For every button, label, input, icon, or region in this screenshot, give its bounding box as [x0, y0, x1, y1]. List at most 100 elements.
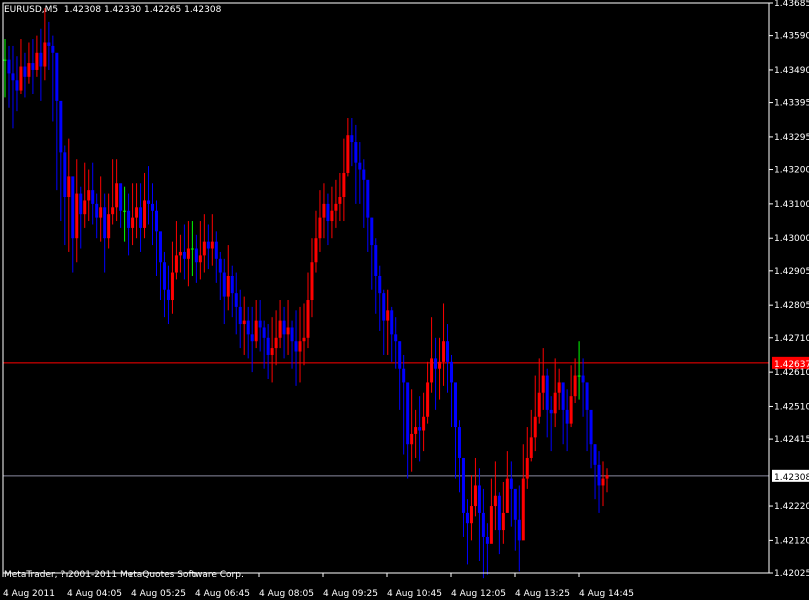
- y-tick-label: 1.42025: [774, 569, 809, 579]
- candle-body: [35, 52, 39, 70]
- x-tick-label: 4 Aug 10:45: [387, 589, 442, 599]
- candle-body: [139, 207, 143, 228]
- candle-body: [214, 241, 218, 259]
- candle-body: [410, 433, 414, 445]
- x-tick-label: 4 Aug 13:25: [515, 589, 570, 599]
- candle-body: [194, 248, 198, 263]
- y-tick-label: 1.42415: [774, 435, 809, 445]
- candle-body: [513, 488, 517, 520]
- candle-body: [230, 275, 234, 294]
- candle-body: [158, 231, 162, 263]
- candle-body: [250, 334, 254, 342]
- candle-body: [278, 320, 282, 338]
- chart-header: EURUSD,M5 1.42308 1.42330 1.42265 1.4230…: [4, 5, 221, 15]
- candle-body: [87, 190, 91, 201]
- x-tick-label: 4 Aug 14:45: [579, 589, 634, 599]
- candle-body: [39, 52, 43, 67]
- candle-body: [234, 293, 238, 307]
- x-tick-label: 4 Aug 09:25: [323, 589, 378, 599]
- candle-body: [585, 382, 589, 410]
- candle-body: [166, 289, 170, 301]
- candle-body: [386, 310, 390, 321]
- candle-body: [350, 135, 354, 143]
- candle-body: [15, 80, 19, 91]
- candle-body: [115, 183, 119, 208]
- y-tick-label: 1.42610: [774, 368, 809, 378]
- candle-body: [422, 416, 426, 431]
- candle-body: [51, 45, 55, 53]
- candle-body: [218, 258, 222, 273]
- bid-price-label: 1.42308: [774, 473, 809, 483]
- candle-body: [59, 100, 63, 153]
- candle-body: [131, 217, 135, 228]
- y-tick-label: 1.43295: [774, 133, 809, 143]
- candle-body: [286, 327, 290, 335]
- candle-body: [23, 66, 27, 77]
- candle-body: [119, 183, 123, 211]
- candle-body: [394, 334, 398, 342]
- candle-body: [334, 203, 338, 211]
- candle-body: [450, 361, 454, 383]
- candle-body: [202, 241, 206, 256]
- candle-body: [3, 59, 7, 61]
- candle-body: [569, 396, 573, 424]
- candle-body: [310, 262, 314, 301]
- candle-body: [505, 478, 509, 513]
- candle-body: [67, 176, 71, 198]
- candle-body: [573, 375, 577, 397]
- candle-body: [91, 190, 95, 204]
- candle-body: [430, 358, 434, 383]
- candle-body: [127, 210, 131, 228]
- x-tick-label: 4 Aug 12:05: [451, 589, 506, 599]
- candle-body: [266, 337, 270, 355]
- candle-body: [71, 176, 75, 239]
- candle-body: [390, 310, 394, 335]
- candle-body: [258, 320, 262, 328]
- candle-body: [123, 210, 127, 212]
- candle-body: [206, 241, 210, 249]
- candle-body: [477, 485, 481, 513]
- candle-body: [541, 375, 545, 393]
- candle-body: [434, 358, 438, 369]
- candle-body: [143, 200, 147, 228]
- candle-body: [481, 512, 485, 537]
- candle-body: [485, 536, 489, 544]
- candle-body: [170, 272, 174, 301]
- candle-body: [549, 409, 553, 414]
- candle-body: [242, 320, 246, 325]
- candle-body: [509, 478, 513, 489]
- y-tick-label: 1.43200: [774, 166, 809, 176]
- y-tick-label: 1.43100: [774, 200, 809, 210]
- candle-body: [362, 169, 366, 180]
- candle-body: [557, 382, 561, 393]
- candle-body: [517, 519, 521, 541]
- candle-body: [457, 427, 461, 458]
- candle-body: [438, 361, 442, 369]
- candle-body: [418, 427, 422, 431]
- symbol-label: EURUSD,M5: [4, 5, 59, 15]
- candle-body: [79, 193, 83, 215]
- candle-body: [270, 348, 274, 355]
- x-tick-label: 4 Aug 04:05: [67, 589, 122, 599]
- candle-body: [135, 207, 139, 218]
- candle-body: [374, 245, 378, 276]
- candle-body: [55, 52, 59, 101]
- candle-body: [302, 337, 306, 342]
- candle-body: [298, 341, 302, 352]
- candle-body: [306, 300, 310, 338]
- candle-body: [282, 320, 286, 335]
- price-chart[interactable]: 1.426371.42308 1.436851.435901.434901.43…: [0, 0, 809, 600]
- candle-body: [537, 392, 541, 417]
- candle-body: [406, 382, 410, 445]
- candle-body: [322, 203, 326, 218]
- candle-body: [63, 152, 67, 198]
- candle-body: [154, 210, 158, 232]
- copyright-text: MetaTrader, ? 2001-2011 MetaQuotes Softw…: [4, 570, 244, 580]
- candle-body: [501, 512, 505, 531]
- candle-body: [370, 217, 374, 246]
- candle-body: [398, 341, 402, 369]
- candle-body: [414, 427, 418, 434]
- candle-body: [111, 207, 115, 215]
- candle-body: [581, 375, 585, 383]
- candle-body: [597, 464, 601, 486]
